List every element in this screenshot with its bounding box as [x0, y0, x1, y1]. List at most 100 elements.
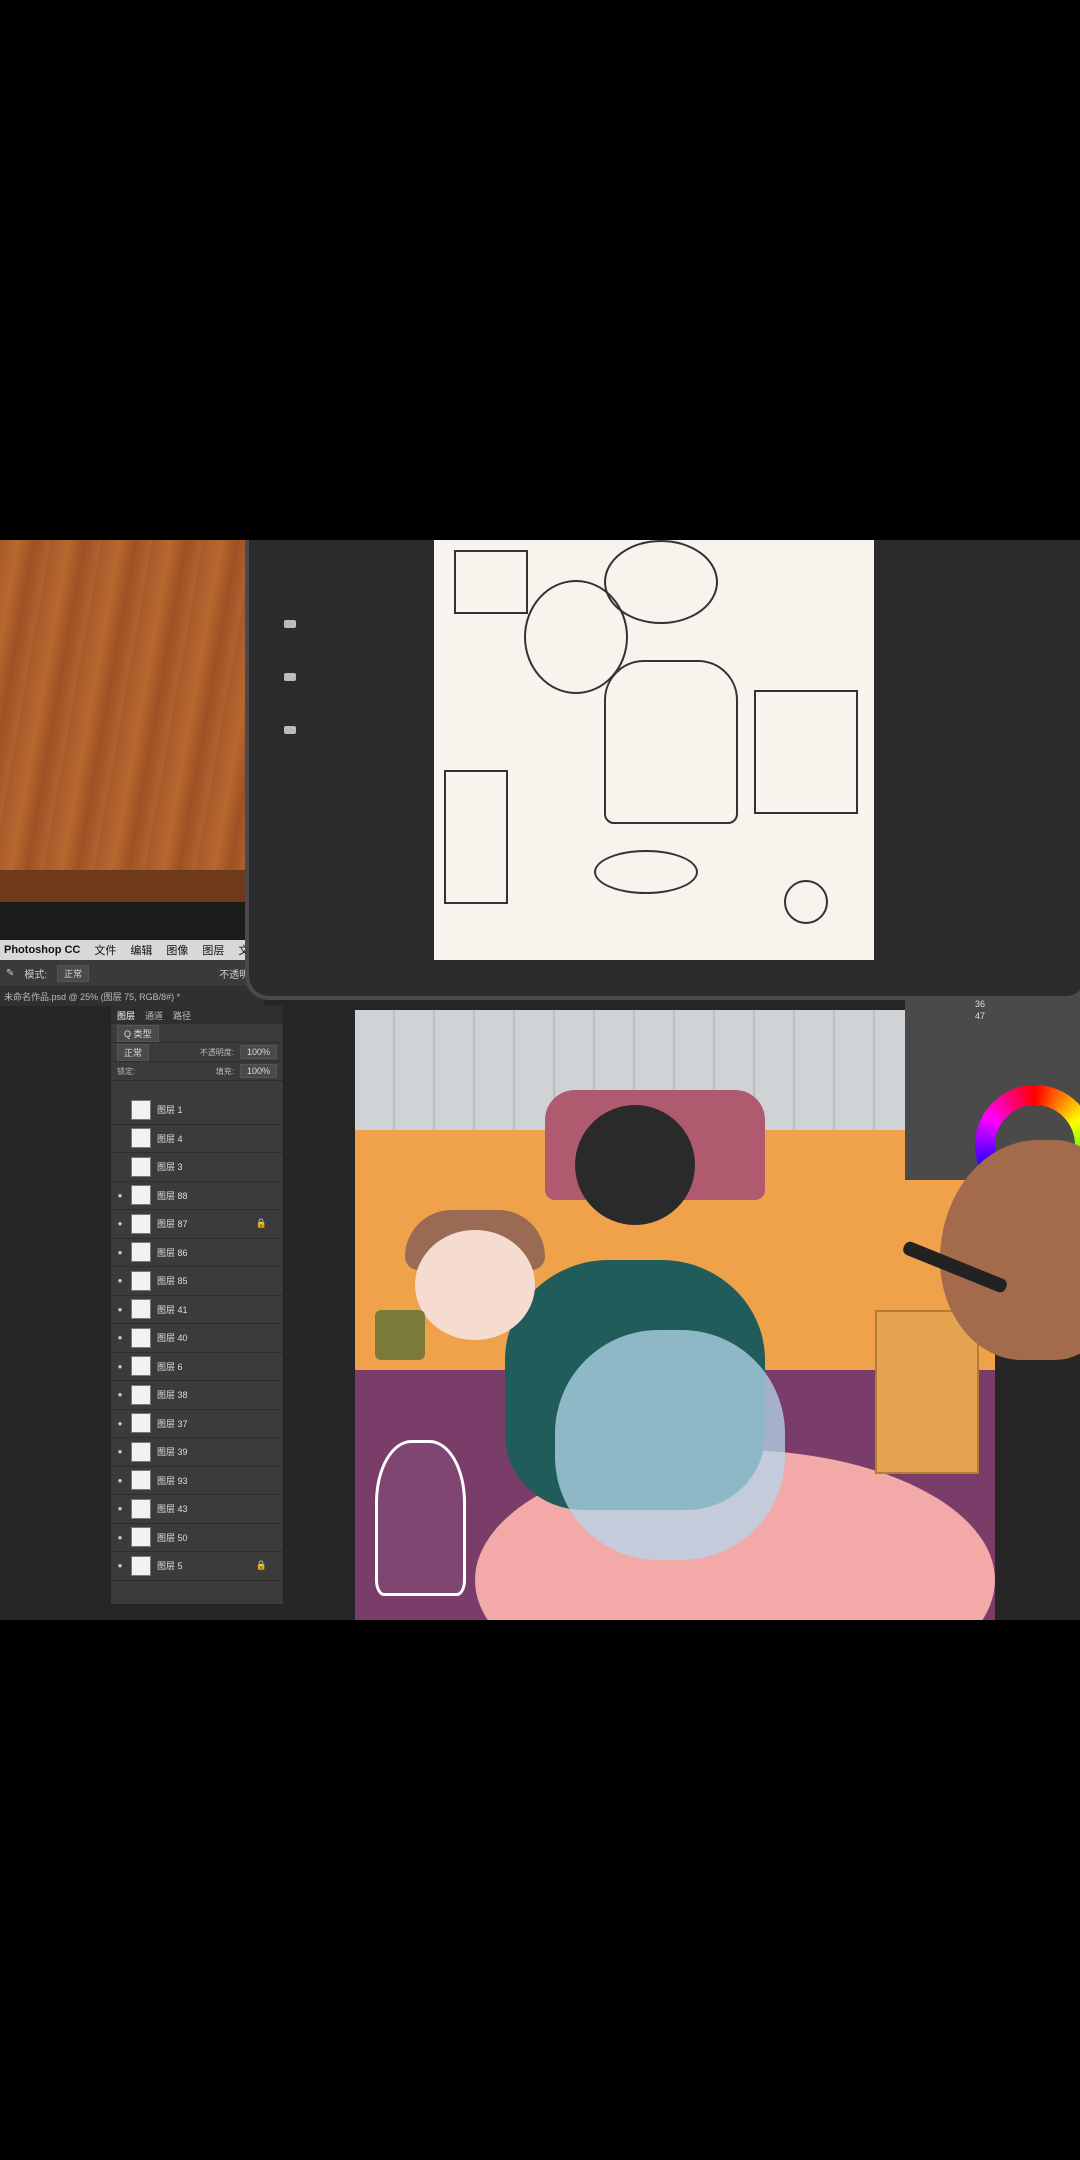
- eye-icon[interactable]: ●: [115, 1476, 125, 1485]
- opacity-label: 不透明度:: [199, 1047, 234, 1057]
- layer-name: 图层 1: [157, 1105, 183, 1116]
- menu-item-layer[interactable]: 图层: [202, 942, 224, 958]
- layer-row[interactable]: ● 图层 50: [111, 1524, 283, 1552]
- illustration-skirt: [555, 1330, 785, 1560]
- brush-tool-icon[interactable]: ✎: [6, 968, 14, 979]
- lock-label: 锁定:: [117, 1066, 136, 1076]
- illustration-basket: [375, 1440, 466, 1596]
- eye-icon[interactable]: ●: [115, 1219, 125, 1228]
- mode-select[interactable]: 正常: [57, 964, 90, 982]
- eye-icon[interactable]: ●: [115, 1362, 125, 1371]
- eye-icon[interactable]: ●: [115, 1447, 125, 1456]
- layer-thumbnail: [131, 1299, 151, 1320]
- eye-icon[interactable]: ●: [115, 1191, 125, 1200]
- ipad-device: [245, 540, 1080, 1000]
- layer-row[interactable]: ● 图层 37: [111, 1410, 283, 1438]
- layer-row[interactable]: ● 图层 87 🔒: [111, 1210, 283, 1239]
- sketch-drawers: [754, 690, 858, 814]
- layer-row[interactable]: ● 图层 39: [111, 1438, 283, 1467]
- layer-name: 图层 50: [157, 1532, 188, 1543]
- monitor-screen: Photoshop CC 文件 编辑 图像 图层 文字 选 ✎ 模式: 正常 不…: [0, 940, 1080, 1620]
- layer-row[interactable]: ● 图层 5 🔒: [111, 1552, 283, 1581]
- tab-layers[interactable]: 图层: [117, 1009, 135, 1022]
- blend-mode-select[interactable]: 正常: [117, 1043, 150, 1061]
- layer-name: 图层 86: [157, 1247, 188, 1258]
- document-tab[interactable]: 未命名作品.psd @ 25% (图层 75, RGB/8#) *: [0, 986, 264, 1006]
- layer-thumbnail: [131, 1327, 151, 1348]
- lock-icon: 🔒: [255, 1560, 267, 1571]
- eye-icon[interactable]: ●: [115, 1419, 125, 1428]
- opacity-slider[interactable]: [284, 673, 296, 681]
- eye-icon[interactable]: ●: [115, 1390, 125, 1399]
- sketch-yarn: [784, 880, 828, 924]
- eye-icon[interactable]: ●: [115, 1504, 125, 1513]
- layer-thumbnail: [131, 1156, 151, 1177]
- wooden-desk: [0, 540, 255, 902]
- layer-thumbnail: [131, 1470, 151, 1491]
- fill-label: 填充:: [215, 1066, 234, 1076]
- lock-icon: 🔒: [255, 1218, 267, 1229]
- eye-icon[interactable]: ●: [115, 1533, 125, 1542]
- layer-row[interactable]: ● 图层 6: [111, 1353, 283, 1381]
- layer-row[interactable]: ● 图层 93: [111, 1467, 283, 1495]
- menu-item-edit[interactable]: 编辑: [130, 942, 152, 958]
- layer-name: 图层 40: [157, 1333, 188, 1344]
- layer-name: 图层 5: [157, 1561, 183, 1572]
- eye-icon[interactable]: ●: [115, 1561, 125, 1570]
- layer-row[interactable]: ● 图层 38: [111, 1381, 283, 1410]
- layer-thumbnail: [131, 1441, 151, 1462]
- layer-thumbnail: [131, 1185, 151, 1206]
- layer-name: 图层 43: [157, 1504, 188, 1515]
- illustration-child-head: [415, 1230, 535, 1340]
- video-frame: Photoshop CC 文件 编辑 图像 图层 文字 选 ✎ 模式: 正常 不…: [0, 540, 1080, 1620]
- eye-icon[interactable]: ●: [115, 1333, 125, 1342]
- tab-channels[interactable]: 通道: [145, 1009, 163, 1022]
- illustration-mug: [375, 1310, 425, 1360]
- layer-row[interactable]: ● 图层 43: [111, 1495, 283, 1524]
- ipad-sidebar: [284, 620, 296, 779]
- layer-row[interactable]: ● 图层 85: [111, 1267, 283, 1296]
- fill-field[interactable]: 100%: [239, 1064, 277, 1078]
- layer-thumbnail: [131, 1128, 151, 1149]
- menu-item-file[interactable]: 文件: [94, 942, 116, 958]
- color-value-3[interactable]: 47: [975, 1010, 990, 1022]
- brush-size-slider[interactable]: [284, 620, 296, 628]
- undo-button[interactable]: [284, 726, 296, 734]
- eye-icon[interactable]: ●: [115, 1276, 125, 1285]
- eye-icon[interactable]: ●: [115, 1248, 125, 1257]
- layer-name: 图层 6: [157, 1361, 183, 1372]
- layer-name: 图层 38: [157, 1390, 188, 1401]
- layer-row[interactable]: ● 图层 40: [111, 1324, 283, 1353]
- menu-item-image[interactable]: 图像: [166, 942, 188, 958]
- layer-row[interactable]: 图层 3: [111, 1153, 283, 1182]
- lock-row: 锁定: 填充: 100%: [111, 1062, 283, 1081]
- illustration-drawers: [875, 1310, 979, 1474]
- opacity-field[interactable]: 100%: [239, 1045, 277, 1059]
- layers-panel-tabs: 图层 通道 路径: [111, 1006, 283, 1024]
- ipad-sketch-canvas[interactable]: [434, 540, 874, 960]
- mode-label: 模式:: [24, 969, 48, 981]
- layer-name: 图层 88: [157, 1190, 188, 1201]
- eye-icon[interactable]: ●: [115, 1305, 125, 1314]
- layer-row[interactable]: 图层 1: [111, 1096, 283, 1125]
- layer-row[interactable]: ● 图层 41: [111, 1296, 283, 1324]
- app-name: Photoshop CC: [4, 944, 81, 956]
- layer-name: 图层 93: [157, 1475, 188, 1486]
- layer-row[interactable]: ● 图层 86: [111, 1239, 283, 1267]
- layer-thumbnail: [131, 1356, 151, 1377]
- layer-list: 图层 1 图层 4 图层 3 ● 图层 88 ● 图层 87 🔒 ● 图层 86 ● 图层…: [111, 1096, 283, 1581]
- layer-filter-select[interactable]: Q 类型: [117, 1024, 159, 1042]
- layer-thumbnail: [131, 1270, 151, 1291]
- canvas-illustration[interactable]: [355, 1010, 995, 1620]
- sketch-bin: [444, 770, 508, 904]
- tab-paths[interactable]: 路径: [173, 1009, 191, 1022]
- sketch-chair: [604, 660, 738, 824]
- layer-row[interactable]: 图层 4: [111, 1125, 283, 1153]
- layer-filter-row: Q 类型: [111, 1024, 283, 1043]
- layer-name: 图层 87: [157, 1219, 188, 1230]
- layer-name: 图层 4: [157, 1133, 183, 1144]
- layer-row[interactable]: ● 图层 88: [111, 1182, 283, 1210]
- layer-name: 图层 39: [157, 1447, 188, 1458]
- layer-name: 图层 3: [157, 1162, 183, 1173]
- sketch-chair-base: [594, 850, 698, 894]
